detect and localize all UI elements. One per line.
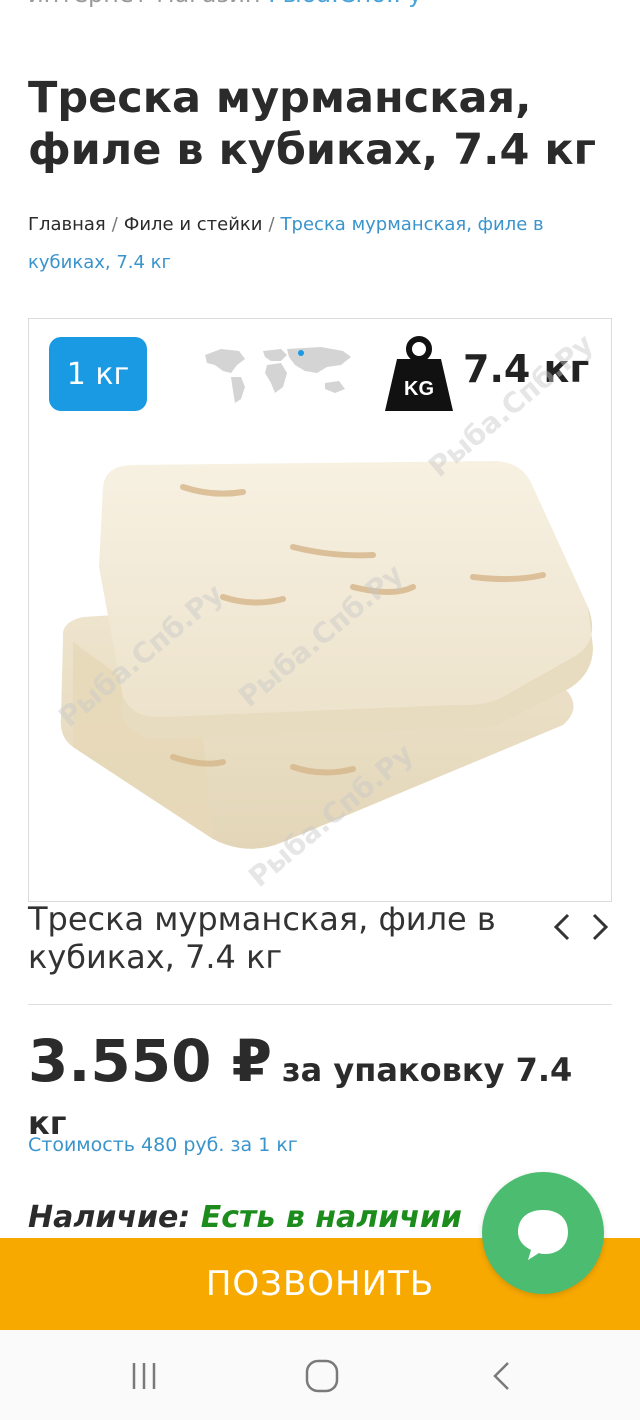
system-nav-bar <box>0 1330 640 1420</box>
breadcrumb: Главная / Филе и стейки / Треска мурманская,… <box>28 206 618 282</box>
per-pack-unit: кг <box>28 1104 67 1142</box>
unit-cost: Стоимость 480 руб. за 1 кг <box>28 1134 298 1156</box>
chat-bubble-icon <box>518 1210 568 1260</box>
breadcrumb-separator: / <box>268 214 275 235</box>
availability-status: Есть в наличии <box>200 1200 462 1235</box>
next-image-button[interactable] <box>588 910 612 944</box>
kg-label: KG <box>404 378 434 400</box>
prev-image-button[interactable] <box>550 910 574 944</box>
recent-apps-icon <box>132 1363 156 1389</box>
brand-link[interactable]: Рыба.Спб.Ру <box>268 0 422 8</box>
back-icon <box>493 1362 509 1390</box>
price: 3.550 ₽ <box>28 1027 273 1095</box>
breadcrumb-home[interactable]: Главная <box>28 214 106 235</box>
breadcrumb-category[interactable]: Филе и стейки <box>124 214 263 235</box>
chevron-left-icon <box>553 913 570 941</box>
page-title: Треска мурманская, филе в кубиках, 7.4 к… <box>28 73 597 175</box>
home-icon <box>305 1359 339 1393</box>
availability: Наличие: Есть в наличии <box>28 1200 462 1235</box>
image-caption: Треска мурманская, филе в кубиках, 7.4 к… <box>28 900 496 976</box>
total-weight: 7.4 кг <box>463 347 590 391</box>
kg-weight-icon: KG <box>385 336 453 411</box>
home-button[interactable] <box>300 1354 344 1398</box>
product-image <box>60 461 593 849</box>
chat-button[interactable] <box>482 1172 604 1294</box>
availability-label: Наличие: <box>28 1200 191 1235</box>
weight-badge: 1 кг <box>49 337 147 411</box>
divider <box>28 1004 612 1005</box>
recent-apps-button[interactable] <box>122 1354 166 1398</box>
world-map-icon <box>205 347 351 403</box>
tagline-text: интернет-магазин <box>28 0 261 8</box>
breadcrumb-separator: / <box>111 214 118 235</box>
price-block: 3.550 ₽ за упаковку 7.4 кг <box>28 1027 618 1142</box>
back-button[interactable] <box>480 1354 524 1398</box>
per-pack-label: за упаковку 7.4 <box>282 1051 573 1089</box>
product-image-card[interactable]: 1 кг KG 7.4 кг Рыба.Спб.Ру Рыба.Спб.Ру Р… <box>28 318 612 902</box>
chevron-right-icon <box>592 913 609 941</box>
site-tagline: интернет-магазин Рыба.Спб.Ру <box>28 0 628 10</box>
